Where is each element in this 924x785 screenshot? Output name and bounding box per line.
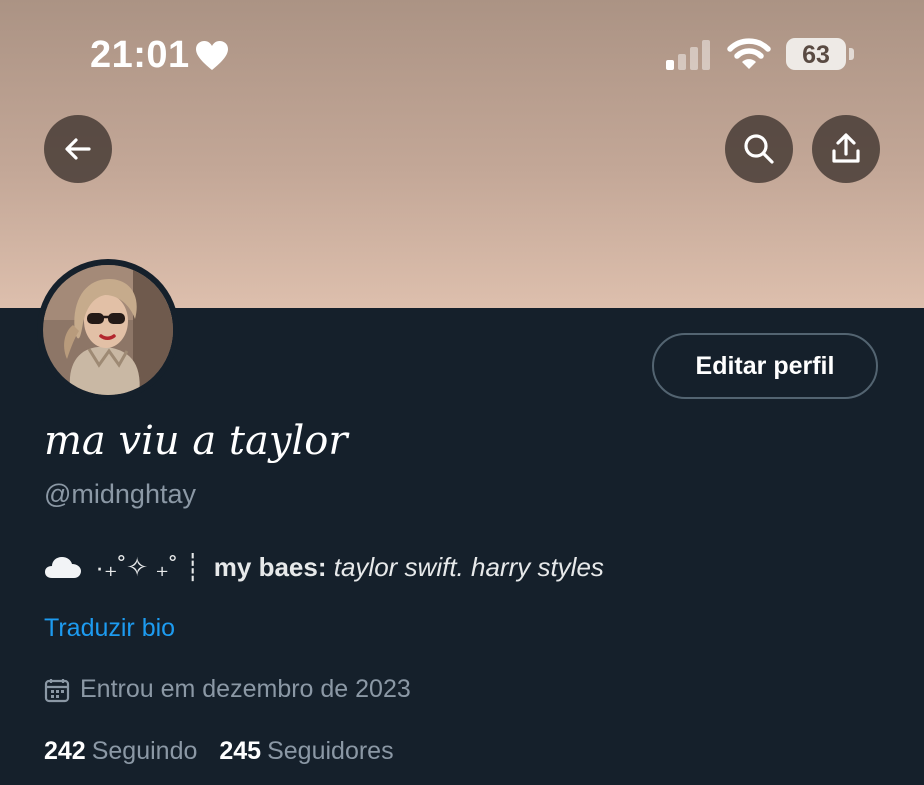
- signal-icon: [666, 40, 710, 70]
- following-count: 242: [44, 737, 86, 765]
- followers-label: Seguidores: [267, 737, 394, 765]
- back-arrow-icon: [65, 138, 91, 160]
- followers-count: 245: [219, 737, 262, 765]
- profile-display-name: ma viu a taylor: [44, 418, 348, 464]
- battery-level: 63: [802, 41, 830, 69]
- calendar-icon: [44, 678, 70, 702]
- avatar-frame[interactable]: [37, 259, 179, 401]
- edit-profile-button[interactable]: Editar perfil: [652, 333, 878, 399]
- battery-icon: 63: [786, 38, 846, 70]
- search-icon: [744, 134, 774, 164]
- heart-icon: [196, 41, 228, 70]
- bio-decoration: ·₊˚✧ ₊˚ ┊: [95, 552, 201, 582]
- profile-handle: @midnghtay: [44, 479, 196, 509]
- share-icon: [832, 133, 860, 163]
- joined-date-row: Entrou em dezembro de 2023: [44, 675, 411, 704]
- status-time: 21:01: [90, 34, 190, 76]
- following-link[interactable]: 242 Seguindo: [44, 737, 197, 766]
- wifi-icon: [727, 38, 771, 69]
- search-button[interactable]: [725, 115, 793, 183]
- translate-bio-link[interactable]: Traduzir bio: [44, 614, 175, 643]
- joined-date-text: Entrou em dezembro de 2023: [80, 675, 411, 703]
- status-bar: 21:01 63: [0, 0, 924, 110]
- bio-italic-text: taylor swift. harry styles: [333, 552, 604, 582]
- avatar[interactable]: [43, 265, 173, 395]
- back-button[interactable]: [44, 115, 112, 183]
- following-label: Seguindo: [91, 737, 198, 765]
- bio-bold-text: my baes:: [213, 552, 327, 582]
- followers-link[interactable]: 245 Seguidores: [219, 737, 393, 766]
- cloud-icon: [45, 557, 81, 578]
- follow-stats: 242 Seguindo 245 Seguidores: [44, 737, 394, 766]
- battery-cap: [849, 48, 854, 60]
- profile-bio: ·₊˚✧ ₊˚ ┊ my baes: taylor swift. harry s…: [44, 552, 604, 583]
- share-button[interactable]: [812, 115, 880, 183]
